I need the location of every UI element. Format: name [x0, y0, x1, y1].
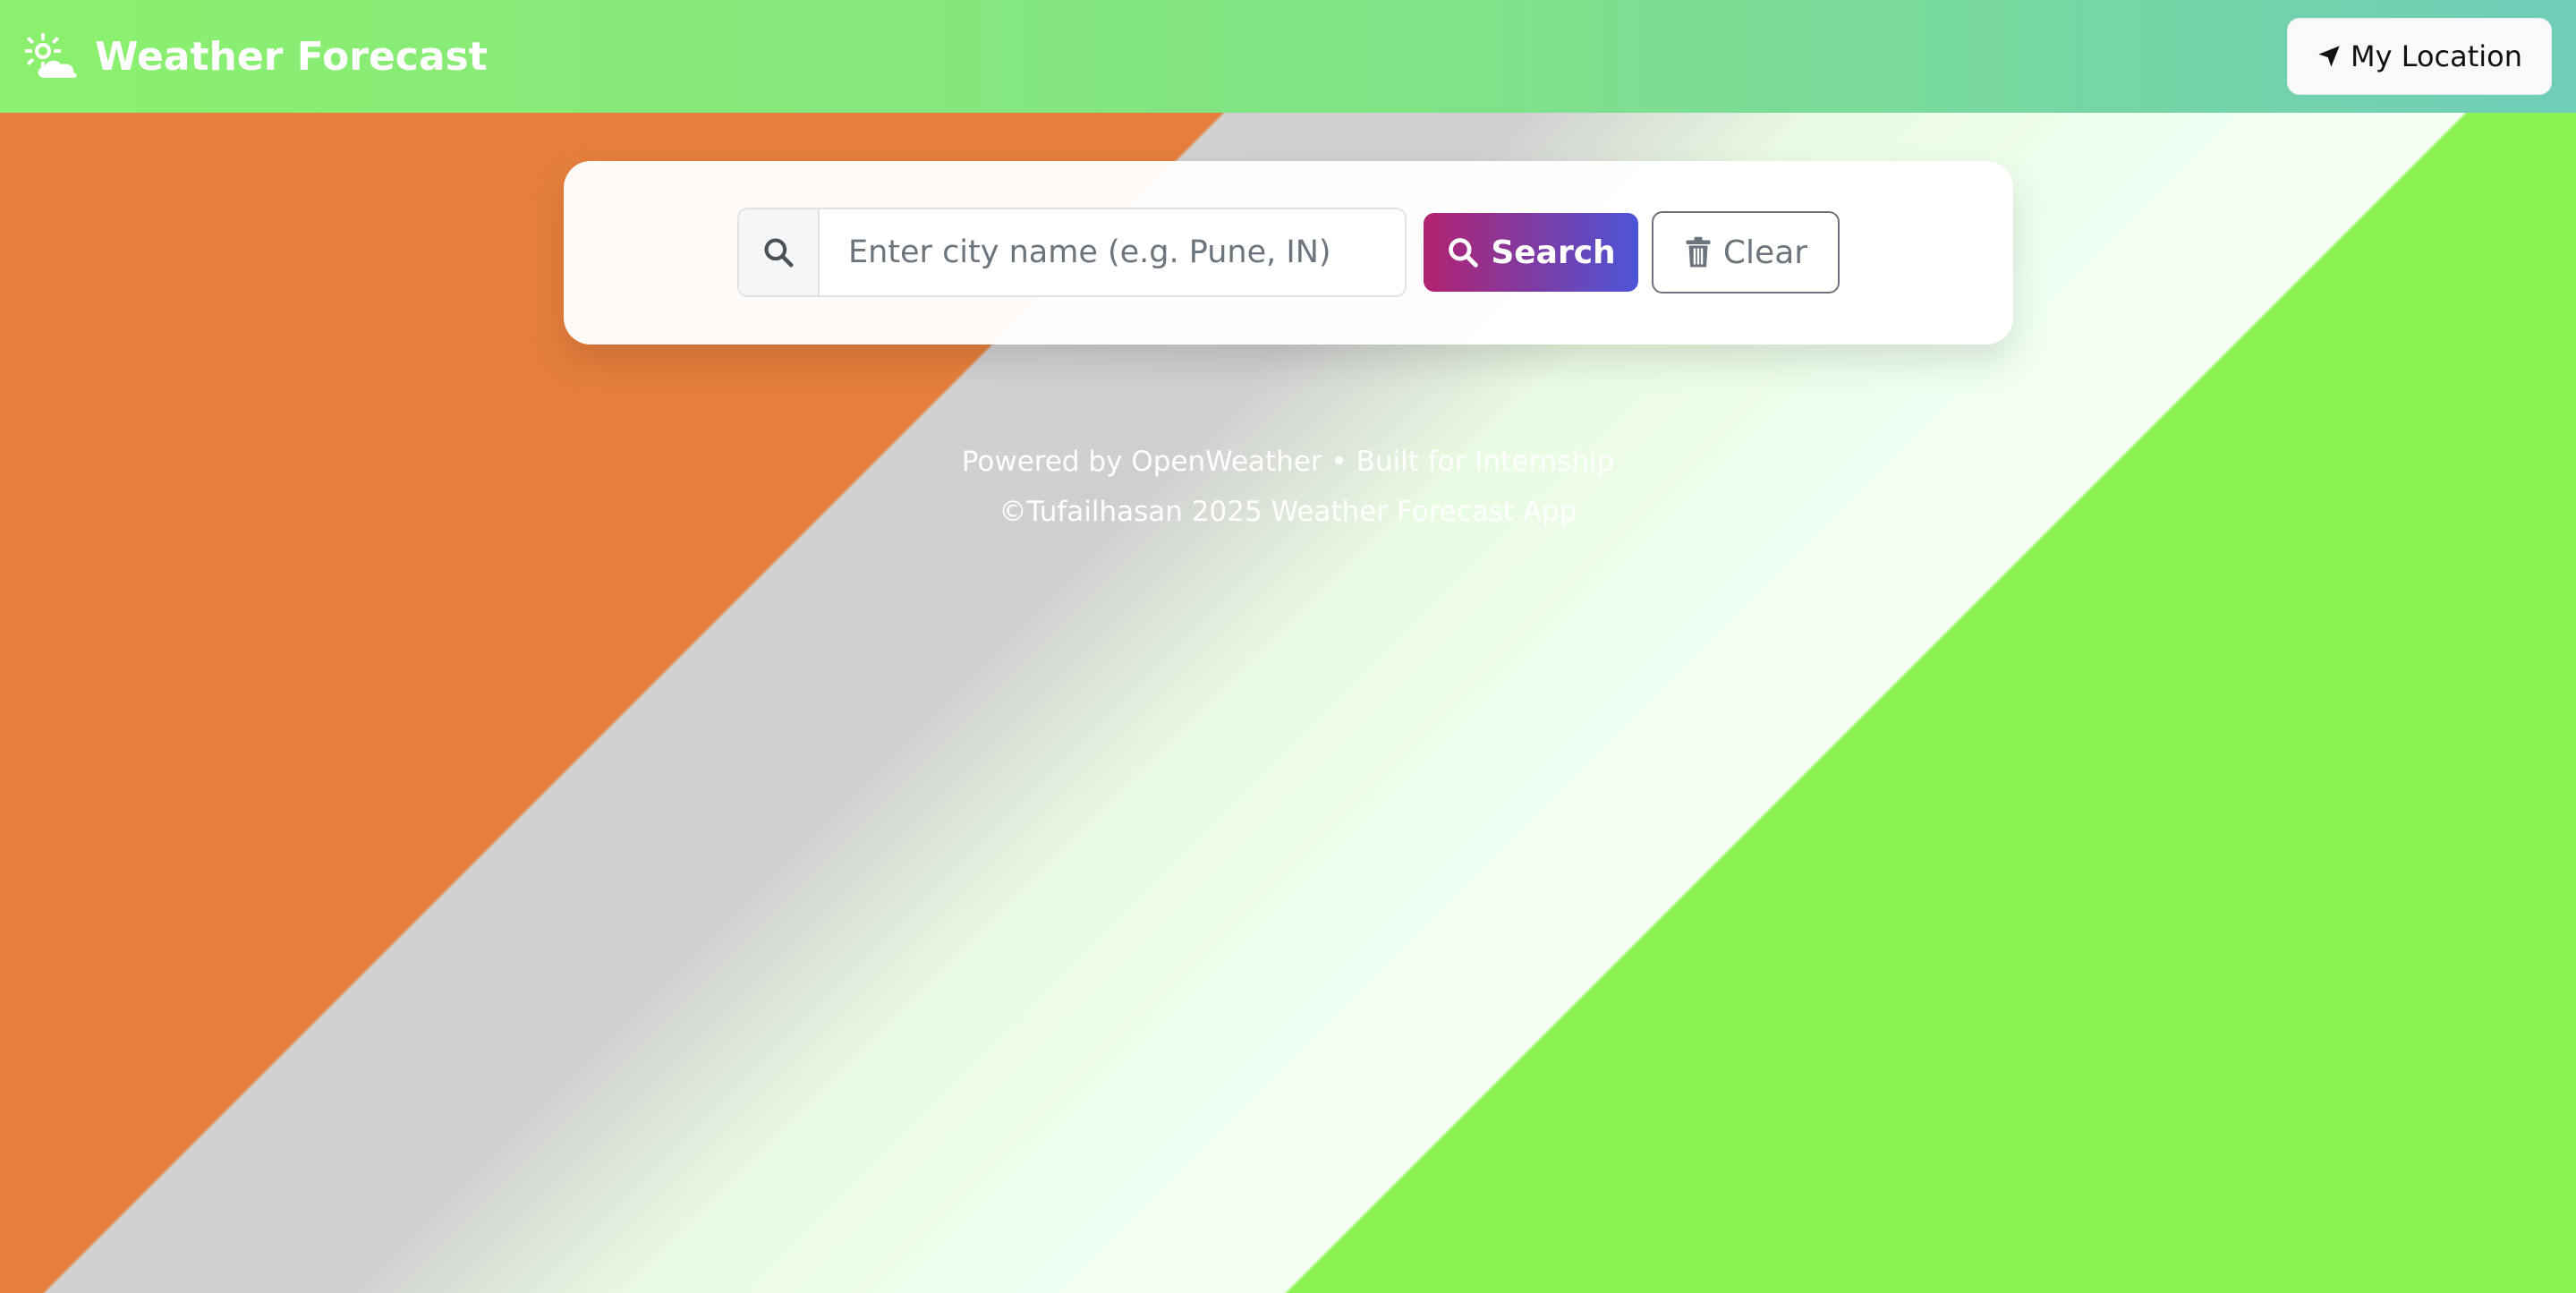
- search-icon: [1449, 238, 1479, 268]
- sun-cloud-icon: [25, 33, 77, 78]
- brand: Weather Forecast: [23, 31, 488, 81]
- footer-credit: Powered by OpenWeather • Built for Inter…: [961, 446, 1615, 478]
- clear-button-label: Clear: [1722, 234, 1808, 271]
- search-input-group: [737, 208, 1407, 297]
- search-button[interactable]: Search: [1424, 213, 1638, 292]
- app-header: Weather Forecast My Location: [0, 0, 2576, 113]
- trash-icon: [1686, 236, 1711, 268]
- clear-button[interactable]: Clear: [1652, 211, 1840, 293]
- footer-copyright: ©Tufailhasan 2025 Weather Forecast App: [999, 496, 1577, 528]
- search-button-label: Search: [1491, 234, 1616, 271]
- footer: Powered by OpenWeather • Built for Inter…: [0, 437, 2576, 537]
- search-card: Search Clear: [564, 161, 2013, 345]
- location-arrow-icon: [2318, 46, 2340, 67]
- my-location-button[interactable]: My Location: [2287, 18, 2552, 95]
- my-location-label: My Location: [2350, 39, 2523, 73]
- search-addon: [739, 209, 820, 295]
- city-search-input[interactable]: [820, 209, 1405, 295]
- search-icon: [764, 238, 794, 268]
- app-title: Weather Forecast: [95, 33, 488, 80]
